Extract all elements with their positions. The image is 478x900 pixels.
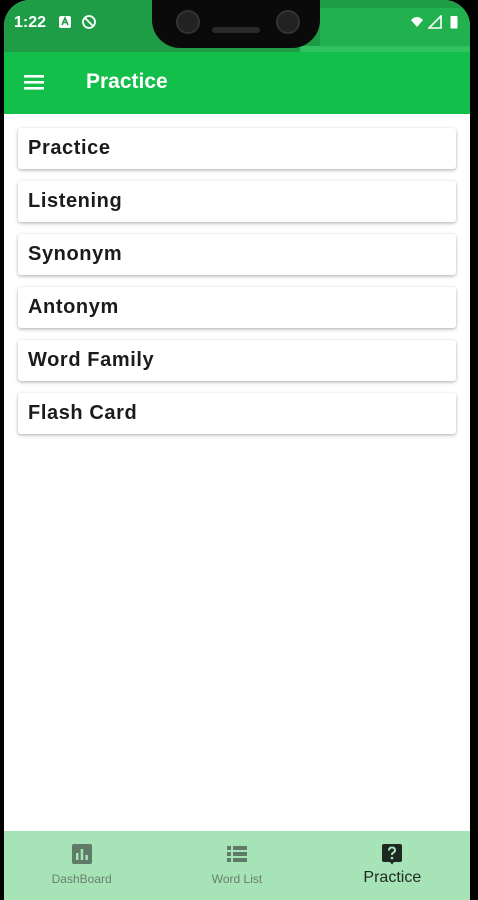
- notification-a-icon: [58, 15, 72, 29]
- nav-dashboard[interactable]: DashBoard: [4, 831, 159, 900]
- list-item-label: Flash Card: [28, 402, 138, 424]
- app-bar: Practice: [4, 52, 470, 114]
- nav-label: Practice: [363, 869, 422, 886]
- list-item-word-family[interactable]: Word Family: [18, 340, 456, 381]
- bottom-navigation: DashBoard Word List Practice: [4, 831, 470, 900]
- phone-screen: 1:22 Practice Practice Listening Synonym…: [4, 0, 470, 900]
- list-item-antonym[interactable]: Antonym: [18, 287, 456, 328]
- list-item-label: Word Family: [28, 349, 155, 371]
- question-icon: [381, 843, 403, 865]
- list-item-synonym[interactable]: Synonym: [18, 234, 456, 275]
- wifi-icon: [410, 15, 424, 29]
- status-time: 1:22: [14, 14, 47, 31]
- list-item-label: Antonym: [28, 296, 119, 318]
- battery-icon: [450, 15, 458, 29]
- list-item-label: Practice: [28, 137, 111, 159]
- page-title: Practice: [86, 70, 168, 93]
- bar-chart-icon: [71, 843, 93, 865]
- earpiece-speaker: [212, 27, 260, 33]
- front-camera-left: [176, 10, 200, 34]
- list-item-listening[interactable]: Listening: [18, 181, 456, 222]
- practice-list: Practice Listening Synonym Antonym Word …: [18, 128, 456, 446]
- list-item-label: Listening: [28, 190, 123, 212]
- nav-label: DashBoard: [51, 872, 112, 886]
- front-camera-right: [276, 10, 300, 34]
- signal-icon: [428, 15, 442, 29]
- nav-word-list[interactable]: Word List: [159, 831, 314, 900]
- nav-label: Word List: [211, 872, 263, 886]
- nav-practice[interactable]: Practice: [315, 831, 470, 900]
- status-bar: 1:22: [4, 0, 470, 54]
- list-item-practice[interactable]: Practice: [18, 128, 456, 169]
- list-item-flash-card[interactable]: Flash Card: [18, 393, 456, 434]
- camera-notch: [152, 0, 320, 48]
- menu-button[interactable]: [18, 68, 50, 100]
- do-not-disturb-icon: [82, 15, 96, 29]
- hamburger-menu-icon: [22, 70, 46, 99]
- list-item-label: Synonym: [28, 243, 123, 265]
- list-icon: [226, 843, 248, 865]
